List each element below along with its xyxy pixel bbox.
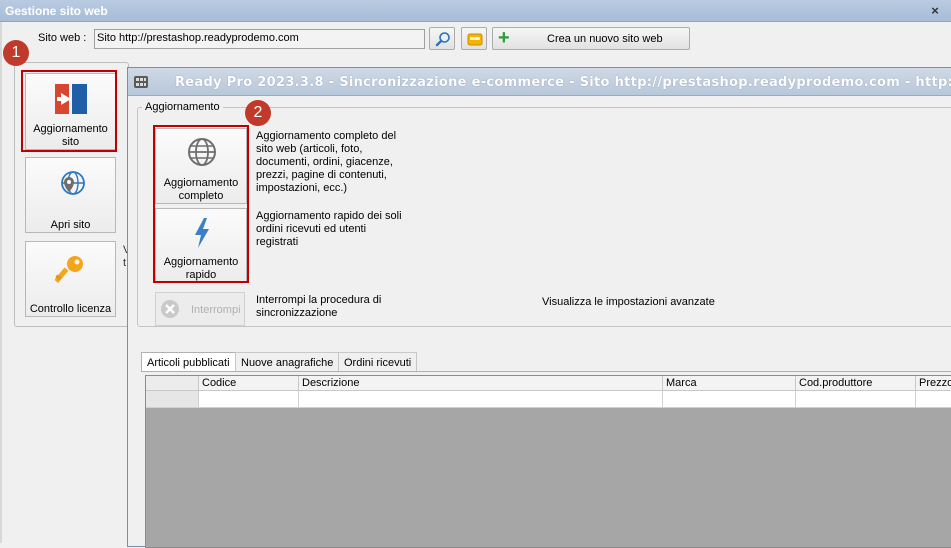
sidebar-item-controllo-licenza[interactable]: Controllo licenza [25, 241, 116, 317]
window-edge [0, 22, 2, 543]
column-header-prezzo[interactable]: Prezzo [916, 376, 951, 391]
plus-icon: + [498, 27, 510, 49]
clipped-text: t [123, 257, 127, 269]
grid-corner-header [146, 376, 199, 391]
stop-button[interactable]: Interrompi [155, 292, 245, 326]
stop-label: Interrompi [191, 304, 241, 316]
tab-nuove-anagrafiche[interactable]: Nuove anagrafiche [235, 352, 340, 372]
sync-window: Ready Pro 2023.3.8 - Sincronizzazione e-… [127, 67, 951, 548]
close-icon[interactable]: × [926, 3, 944, 19]
app-icon [133, 74, 149, 90]
quick-update-description: Aggiornamento rapido dei soli ordini ric… [256, 210, 402, 248]
sidebar-item-apri-sito[interactable]: Apri sito [25, 157, 116, 233]
tab-articoli-pubblicati[interactable]: Articoli pubblicati [141, 352, 236, 372]
stop-icon [160, 299, 180, 319]
search-icon [435, 31, 451, 47]
step-badge: 1 [3, 40, 29, 66]
grid-cell[interactable] [663, 391, 796, 408]
column-header-cod-produttore[interactable]: Cod.produttore [796, 376, 916, 391]
search-button[interactable] [429, 27, 455, 50]
grid-cell[interactable] [796, 391, 916, 408]
highlight-box [21, 70, 117, 152]
outer-title-bar: Gestione sito web × [0, 0, 951, 22]
update-group-legend: Aggiornamento [142, 101, 223, 113]
articles-grid[interactable]: Codice Descrizione Marca Cod.produttore … [145, 375, 951, 548]
column-header-codice[interactable]: Codice [199, 376, 299, 391]
globe-pin-icon [55, 170, 87, 202]
site-select[interactable]: Sito http://prestashop.readyprodemo.com [94, 29, 425, 49]
key-icon [55, 254, 87, 286]
sidebar-item-label: Apri sito [50, 219, 91, 231]
sync-window-title: Ready Pro 2023.3.8 - Sincronizzazione e-… [175, 75, 951, 90]
row-selector[interactable] [146, 391, 199, 408]
grid-cell[interactable] [299, 391, 663, 408]
step-badge: 2 [245, 100, 271, 126]
advanced-settings-link[interactable]: Visualizza le impostazioni avanzate [542, 296, 715, 308]
tab-divider [141, 371, 951, 372]
outer-window-title: Gestione sito web [5, 4, 108, 18]
site-label: Sito web : [38, 32, 87, 44]
tab-ordini-ricevuti[interactable]: Ordini ricevuti [338, 352, 418, 372]
column-header-marca[interactable]: Marca [663, 376, 796, 391]
sync-window-title-bar: Ready Pro 2023.3.8 - Sincronizzazione e-… [128, 68, 951, 96]
sidebar-item-label: Controllo licenza [29, 303, 112, 315]
highlight-box [153, 125, 249, 283]
grid-cell[interactable] [916, 391, 951, 408]
stop-description: Interrompi la procedura di sincronizzazi… [256, 294, 382, 319]
new-site-label: Crea un nuovo sito web [547, 33, 663, 45]
full-update-description: Aggiornamento completo del sito web (art… [256, 130, 397, 194]
grid-cell[interactable] [199, 391, 299, 408]
column-header-descrizione[interactable]: Descrizione [299, 376, 663, 391]
open-folder-button[interactable] [461, 27, 487, 50]
folder-icon [467, 32, 483, 46]
new-site-button[interactable]: + Crea un nuovo sito web [492, 27, 690, 50]
